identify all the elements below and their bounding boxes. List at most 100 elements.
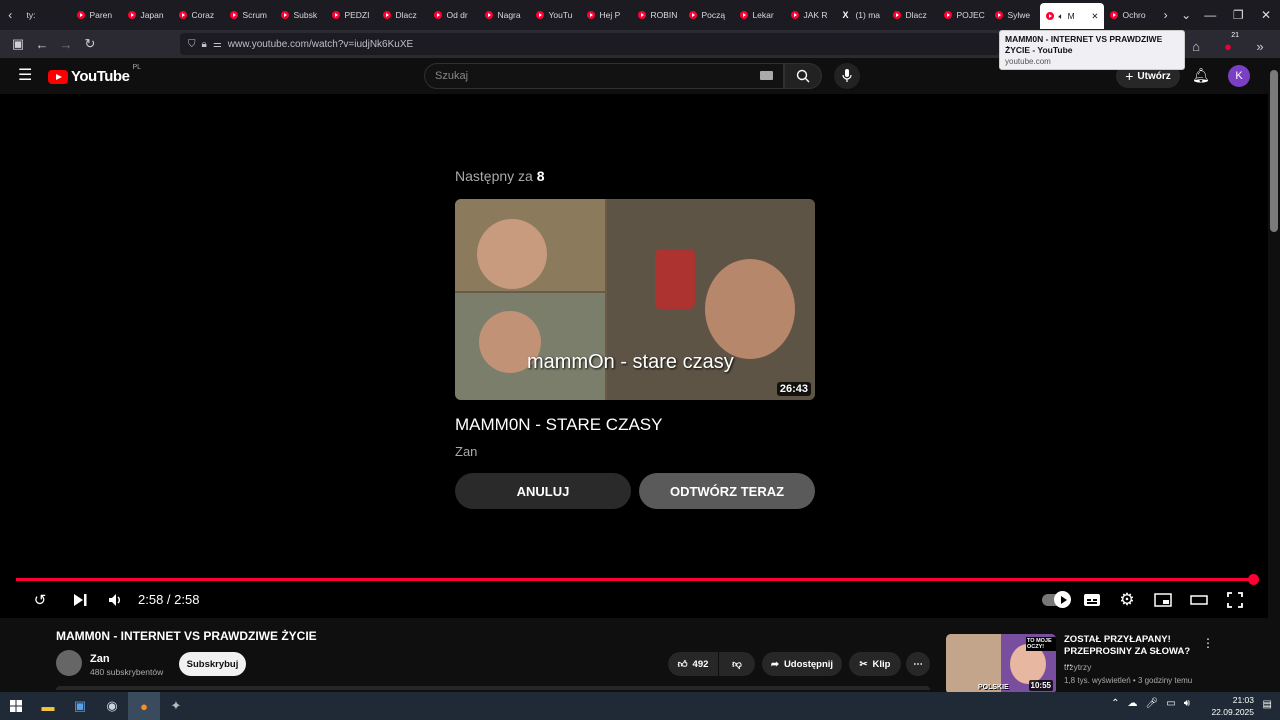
browser-tab[interactable]: Dlacz	[377, 0, 428, 30]
extensions-icon[interactable]: ⌂	[1184, 34, 1208, 58]
close-tab-icon[interactable]: ✕	[1091, 11, 1098, 22]
browser-tab[interactable]: Scrum	[224, 0, 275, 30]
recommended-channel[interactable]: trzytrzy	[1064, 662, 1091, 672]
back-icon[interactable]: ←	[30, 32, 54, 56]
taskbar-clock[interactable]: 21:03 22.09.2025	[1211, 694, 1254, 718]
browser-tab[interactable]: ty:	[20, 0, 71, 30]
miniplayer-icon[interactable]	[1151, 588, 1175, 612]
voice-search-button[interactable]	[834, 63, 860, 89]
lock-icon[interactable]: 🔒︎	[202, 39, 207, 50]
browser-tab[interactable]: X (1) ma	[836, 0, 887, 30]
app-window-icon[interactable]: ▣	[64, 692, 96, 720]
browser-tab[interactable]: Począ	[683, 0, 734, 30]
browser-tab[interactable]: Sylwe	[989, 0, 1040, 30]
settings-gear-icon[interactable]: ⚙	[1115, 588, 1139, 612]
guide-menu-icon[interactable]: ☰	[18, 68, 32, 84]
windows-start-icon[interactable]	[0, 692, 32, 720]
tab-scroll-right-icon[interactable]: ›	[1155, 0, 1175, 30]
next-video-title[interactable]: MAMM0N - STARE CZASY	[455, 415, 662, 435]
address-bar[interactable]: ⛉ 🔒︎ ⚌ www.youtube.com/watch?v=iudjNk6Ku…	[180, 33, 1000, 55]
browser-tab[interactable]: Japan	[122, 0, 173, 30]
minimize-icon[interactable]: —	[1196, 0, 1224, 30]
tab-label: Paren	[89, 10, 113, 20]
next-video-icon[interactable]	[68, 588, 92, 612]
fullscreen-icon[interactable]	[1223, 588, 1247, 612]
browser-tab[interactable]: POJEC	[938, 0, 989, 30]
tab-scroll-left-icon[interactable]: ‹	[0, 0, 20, 30]
kebab-menu-icon[interactable]: ⋮	[1202, 636, 1214, 650]
addon-badge-icon[interactable]: ● 21	[1216, 32, 1240, 58]
browser-tab[interactable]: Od dr	[428, 0, 479, 30]
browser-tab[interactable]: Subsk	[275, 0, 326, 30]
browser-tab[interactable]: Hej P	[581, 0, 632, 30]
forward-icon[interactable]: →	[54, 32, 78, 56]
browser-tab-active[interactable]: 🔈︎ M ✕	[1040, 3, 1105, 29]
tray-chevron-icon[interactable]: ⌃	[1111, 698, 1119, 709]
replay-icon[interactable]: ↺	[28, 588, 52, 612]
reload-icon[interactable]: ↻	[78, 32, 102, 56]
browser-tab[interactable]: Coraz	[173, 0, 224, 30]
recommended-video[interactable]: TO MOJE OCZY! POLSKIE 10:55 ZOSTAŁ PRZYŁ…	[946, 634, 1256, 694]
browser-tab[interactable]: YouTu	[530, 0, 581, 30]
notifications-bell-icon[interactable]: 🔔︎	[1192, 67, 1210, 84]
shield-icon[interactable]: ⛉	[188, 39, 196, 50]
theater-mode-icon[interactable]	[1187, 588, 1211, 612]
scrubber-handle[interactable]	[1248, 574, 1259, 585]
browser-tab[interactable]: ROBIN	[632, 0, 683, 30]
url-text[interactable]: www.youtube.com/watch?v=iudjNk6KuXE	[228, 39, 413, 50]
microphone-icon	[842, 69, 852, 82]
tab-audio-icon[interactable]: 🔈︎	[1058, 11, 1063, 22]
clip-label: Klip	[872, 658, 891, 670]
browser-tab[interactable]: Dlacz	[887, 0, 938, 30]
keyboard-icon[interactable]	[760, 71, 773, 80]
autoplay-toggle[interactable]	[1040, 588, 1071, 612]
account-avatar[interactable]: K	[1228, 65, 1250, 87]
file-explorer-icon[interactable]: ▬	[32, 692, 64, 720]
browser-tab[interactable]: PEDZI	[326, 0, 377, 30]
browser-tab[interactable]: Ochro	[1104, 0, 1155, 30]
notification-center-icon[interactable]: ▤	[1263, 699, 1272, 710]
channel-name[interactable]: Zan	[90, 653, 110, 665]
share-label: Udostępnij	[783, 658, 834, 670]
tab-label: ty:	[26, 10, 36, 20]
close-window-icon[interactable]: ✕	[1252, 0, 1280, 30]
search-button[interactable]	[784, 63, 822, 89]
overflow-menu-icon[interactable]: »	[1248, 34, 1272, 58]
clip-button[interactable]: ✂ Klip	[849, 652, 901, 676]
scrollbar-thumb[interactable]	[1270, 70, 1278, 232]
onedrive-icon[interactable]: ☁	[1128, 698, 1138, 709]
video-player[interactable]: Następny za 8 mammOn - stare czasy 26:43…	[0, 94, 1268, 618]
search-input[interactable]: Szukaj	[424, 63, 784, 89]
tab-groups-icon[interactable]: ▣	[6, 32, 30, 56]
more-horizontal-icon: ⋯	[913, 658, 923, 670]
speaker-icon[interactable]: 🔊︎	[1184, 698, 1190, 709]
tab-list: ty: Paren Japan Coraz Scrum Subsk PEDZI Dlacz Od…	[20, 0, 1155, 30]
more-actions-button[interactable]: ⋯	[906, 652, 930, 676]
volume-icon[interactable]	[104, 588, 128, 612]
play-now-button[interactable]: ODTWÓRZ TERAZ	[639, 473, 815, 509]
browser-tab[interactable]: Paren	[71, 0, 122, 30]
subscribe-button[interactable]: Subskrybuj	[179, 652, 246, 676]
cancel-autoplay-button[interactable]: ANULUJ	[455, 473, 631, 509]
dislike-button[interactable]: 👎︎	[719, 652, 755, 676]
firefox-icon[interactable]: ●	[128, 692, 160, 720]
like-button[interactable]: 👍︎ 492	[668, 652, 718, 676]
page-settings-icon[interactable]: ⚌	[213, 39, 222, 50]
tray-microphone-icon[interactable]: 🎤︎	[1146, 698, 1159, 709]
list-all-tabs-icon[interactable]: ⌄	[1176, 0, 1196, 30]
app-icon[interactable]: ✦	[160, 692, 192, 720]
subtitles-icon[interactable]	[1080, 588, 1104, 612]
share-button[interactable]: ➦ Udostępnij	[762, 652, 842, 676]
browser-tab[interactable]: Lekar	[734, 0, 785, 30]
network-icon[interactable]: ▭	[1166, 698, 1175, 709]
browser-tab[interactable]: Nagra	[479, 0, 530, 30]
browser-tab[interactable]: JAK R	[785, 0, 836, 30]
steam-icon[interactable]: ◉	[96, 692, 128, 720]
next-video-thumbnail[interactable]: mammOn - stare czasy 26:43	[455, 199, 815, 400]
time-display: 2:58 / 2:58	[138, 592, 200, 607]
recommended-thumbnail[interactable]: TO MOJE OCZY! POLSKIE 10:55	[946, 634, 1056, 694]
channel-avatar[interactable]	[56, 650, 82, 676]
youtube-logo[interactable]: YouTube PL	[48, 64, 141, 85]
restore-icon[interactable]: ❐	[1224, 0, 1252, 30]
progress-bar[interactable]	[16, 578, 1254, 581]
